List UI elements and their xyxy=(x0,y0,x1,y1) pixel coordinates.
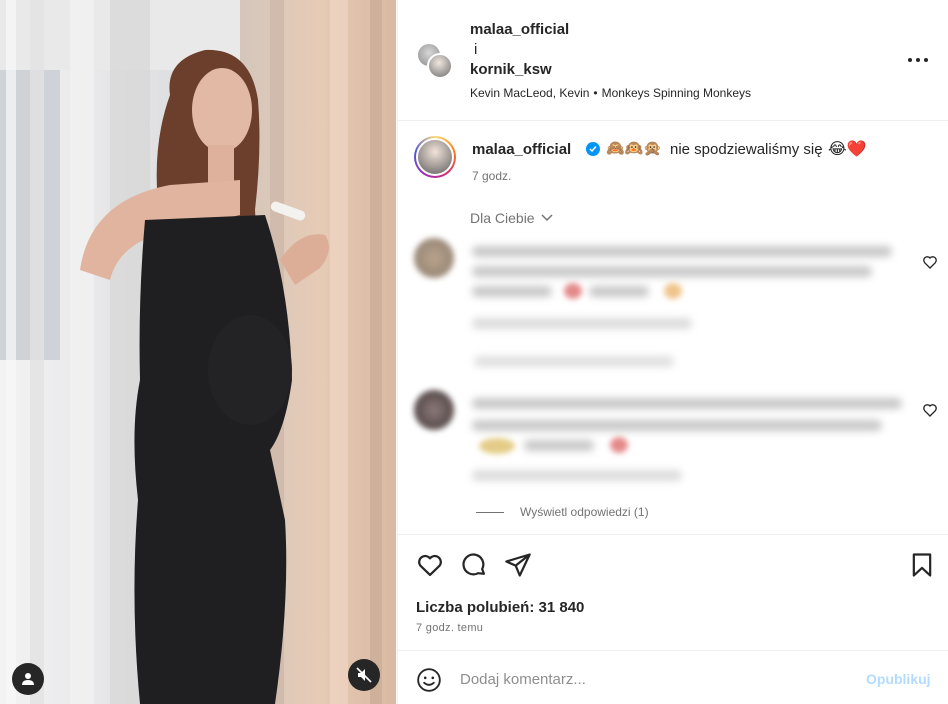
avatar xyxy=(414,238,454,278)
user-tags-button[interactable] xyxy=(12,663,44,695)
like-comment-heart-icon[interactable] xyxy=(922,254,938,270)
blurred-meta xyxy=(472,318,692,329)
author-username-link[interactable]: malaa_official xyxy=(470,21,569,38)
post-details-panel: malaa_official i kornik_ksw Kevin MacLeo… xyxy=(397,0,948,704)
blurred-emoji xyxy=(564,283,582,299)
comment-item xyxy=(414,238,937,368)
view-replies-button[interactable]: Wyświetl odpowiedzi (1) xyxy=(476,505,649,519)
separator-dot: • xyxy=(593,86,598,100)
caption-username-link[interactable]: malaa_official xyxy=(472,141,571,158)
collaborator-username-link[interactable]: kornik_ksw xyxy=(470,61,552,78)
blurred-text xyxy=(472,266,872,277)
post-caption: malaa_official 🙈🙉🙊 nie spodziewaliśmy si… xyxy=(414,134,934,194)
post-timestamp[interactable]: 7 godz. temu xyxy=(416,622,483,634)
likes-count[interactable]: Liczba polubień: 31 840 xyxy=(416,599,584,616)
view-replies-label: Wyświetl odpowiedzi (1) xyxy=(520,505,649,519)
chevron-down-icon xyxy=(541,214,553,222)
more-options-button[interactable] xyxy=(906,50,930,70)
speaker-muted-icon xyxy=(356,667,372,683)
add-comment-bar: Opublikuj xyxy=(398,650,948,704)
avatar[interactable] xyxy=(414,136,456,178)
like-heart-icon[interactable] xyxy=(416,551,444,579)
person-icon xyxy=(22,673,34,685)
comment-filter-dropdown[interactable]: Dla Ciebie xyxy=(470,210,553,226)
like-comment-heart-icon[interactable] xyxy=(922,402,938,418)
audio-attribution-link[interactable]: Kevin MacLeod, Kevin • Monkeys Spinning Mo… xyxy=(470,86,751,100)
share-paper-plane-icon[interactable] xyxy=(504,551,532,579)
collab-avatars[interactable] xyxy=(416,42,456,82)
caption-text: nie spodziewaliśmy się xyxy=(670,141,823,158)
caption-emojis: 🙈🙉🙊 xyxy=(606,140,663,157)
verified-badge-icon xyxy=(586,142,600,156)
blurred-text xyxy=(472,246,892,257)
caption-timestamp[interactable]: 7 godz. xyxy=(472,169,511,183)
avatar xyxy=(427,53,453,79)
comment-filter-label: Dla Ciebie xyxy=(470,210,535,226)
more-options-icon xyxy=(908,58,928,62)
audio-title: Monkeys Spinning Monkeys xyxy=(601,86,752,100)
comment-item xyxy=(414,390,937,490)
collab-conjunction: i xyxy=(474,41,478,58)
divider xyxy=(476,511,504,513)
blurred-emoji xyxy=(610,437,628,453)
blurred-text xyxy=(472,420,882,431)
post-header: malaa_official i kornik_ksw Kevin MacLeo… xyxy=(398,0,948,121)
blurred-emoji xyxy=(664,283,682,299)
post-actions-bar: Liczba polubień: 31 840 7 godz. temu xyxy=(398,534,948,649)
blurred-text xyxy=(589,286,649,297)
blurred-text xyxy=(524,440,594,451)
blurred-meta xyxy=(474,356,674,367)
emoji-smiley-icon[interactable] xyxy=(416,667,442,693)
blurred-meta xyxy=(472,470,682,481)
video-frame xyxy=(0,0,396,704)
audio-artist: Kevin MacLeod, Kevin xyxy=(470,86,590,100)
blurred-text xyxy=(472,286,552,297)
blurred-emoji xyxy=(479,438,515,454)
publish-comment-button[interactable]: Opublikuj xyxy=(866,671,931,687)
avatar xyxy=(414,390,454,430)
comment-input[interactable] xyxy=(460,667,840,691)
post-media-video[interactable] xyxy=(0,0,396,704)
caption-end-emojis: 😂❤️ xyxy=(828,141,867,158)
blurred-text xyxy=(472,398,902,409)
comment-bubble-icon[interactable] xyxy=(460,551,488,579)
save-bookmark-icon[interactable] xyxy=(908,551,936,579)
mute-toggle-button[interactable] xyxy=(348,659,380,691)
